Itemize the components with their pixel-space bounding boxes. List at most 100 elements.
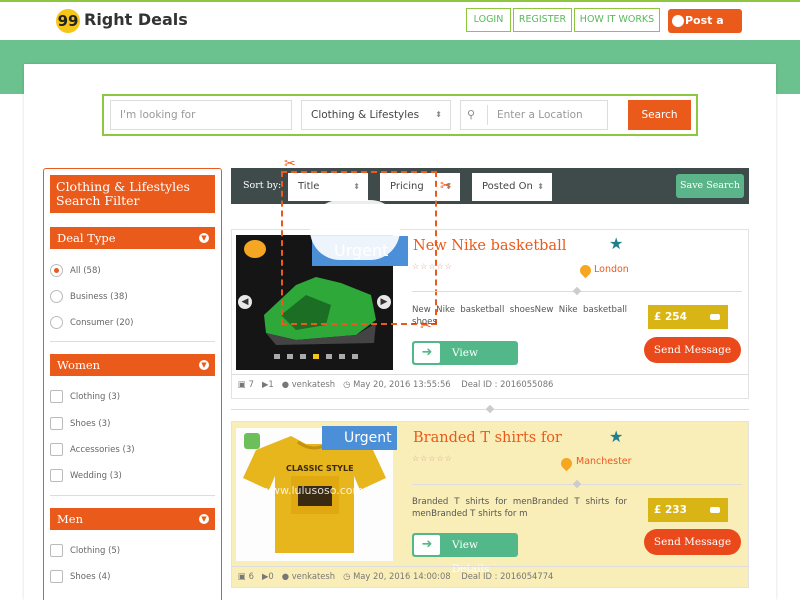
option-label: Accessories (3) (70, 445, 135, 455)
login-button[interactable]: LOGIN (466, 8, 511, 32)
save-search-button[interactable]: Save Search (676, 174, 744, 198)
listing-user[interactable]: venkatesh (292, 571, 335, 581)
checkbox-icon (50, 390, 63, 403)
sort-label: Sort by: (243, 180, 282, 191)
selection-blur (310, 200, 400, 260)
scissors-icon: ✂ (440, 178, 452, 194)
send-message-button[interactable]: Send Message (644, 529, 741, 555)
location-placeholder: Enter a Location (497, 109, 583, 121)
deal-type-heading[interactable]: Deal Type ▼ (50, 227, 215, 249)
video-count: 1 (268, 379, 274, 389)
user-icon: ● (281, 571, 290, 581)
listing-location[interactable]: London (594, 264, 629, 275)
view-details-label: View Details (452, 347, 490, 383)
chevron-down-icon: ▼ (199, 360, 209, 370)
carousel-dot[interactable] (326, 354, 332, 359)
radio-icon (50, 264, 63, 277)
sort-posted-select[interactable]: Posted On ⬍ (472, 173, 552, 201)
option-label: Shoes (4) (70, 572, 111, 582)
chevron-down-icon: ▼ (199, 514, 209, 524)
send-message-button[interactable]: Send Message (644, 337, 741, 363)
sort-posted-value: Posted On (482, 181, 533, 192)
camera-icon: ▣ (238, 379, 246, 389)
option-label: All (58) (70, 266, 101, 276)
favorite-star-icon[interactable]: ★ (609, 236, 625, 252)
tag-icon (710, 314, 720, 320)
carousel-dot[interactable] (300, 354, 306, 359)
user-icon: ● (281, 379, 290, 389)
checkbox-icon (50, 417, 63, 430)
listing-location[interactable]: Manchester (576, 456, 632, 467)
men-heading[interactable]: Men ▼ (50, 508, 215, 530)
clock-icon: ◷ (343, 571, 351, 581)
location-input[interactable]: ⚲ Enter a Location (460, 100, 608, 130)
divider (231, 566, 749, 567)
radio-icon (50, 316, 63, 329)
category-select-value: Clothing & Lifestyles (311, 109, 420, 121)
deal-id: Deal ID : 2016054774 (461, 571, 554, 581)
view-details-button[interactable]: ➜ View Details (412, 533, 518, 575)
option-label: Shoes (3) (70, 419, 111, 429)
logo-text[interactable]: Right Deals (84, 10, 188, 29)
carousel-dot[interactable] (352, 354, 358, 359)
clock-icon: ◷ (343, 379, 351, 389)
sidebar-title: Clothing & Lifestyles Search Filter (50, 175, 215, 213)
listing-title[interactable]: New Nike basketball (413, 238, 566, 254)
women-label: Women (57, 358, 101, 372)
rating-stars: ☆☆☆☆☆ (412, 454, 453, 463)
radio-icon (50, 290, 63, 303)
keyword-input[interactable]: I'm looking for (110, 100, 292, 130)
option-label: Clothing (5) (70, 546, 121, 556)
scissors-icon: ✂ (284, 156, 296, 172)
register-button[interactable]: REGISTER (513, 8, 572, 32)
women-heading[interactable]: Women ▼ (50, 354, 215, 376)
search-icon: ⚲ (467, 108, 476, 121)
divider (50, 495, 215, 496)
men-label: Men (57, 512, 83, 526)
price-value: £ 233 (654, 504, 687, 516)
carousel-dot[interactable] (339, 354, 345, 359)
deal-id: Deal ID : 2016055086 (461, 379, 554, 389)
listing-description: New Nike basketball shoesNew Nike basket… (412, 305, 627, 327)
video-count: 0 (268, 571, 274, 581)
carousel-dot[interactable] (274, 354, 280, 359)
checkbox-icon (50, 443, 63, 456)
divider (50, 341, 215, 342)
image-watermark: www.lulusoso.com (262, 484, 364, 497)
listing-date: May 20, 2016 13:55:56 (353, 379, 451, 389)
arrow-right-icon: ➜ (414, 343, 440, 363)
divider (231, 374, 749, 375)
option-label: Wedding (3) (70, 471, 122, 481)
post-deal-button[interactable]: Post a deal (668, 9, 742, 51)
checkbox-icon (50, 469, 63, 482)
chevron-down-icon: ▼ (199, 233, 209, 243)
price-value: £ 254 (654, 311, 687, 323)
prev-image-button[interactable]: ◀ (238, 295, 252, 309)
checkbox-icon (50, 544, 63, 557)
price-tag: £ 254 (648, 305, 728, 329)
select-arrows-icon: ⬍ (537, 182, 544, 191)
option-label: Business (38) (70, 292, 128, 302)
listing-description: Branded T shirts for menBranded T shirts… (412, 497, 627, 519)
listing-meta: ▣ 6 ▶0 ● venkatesh ◷ May 20, 2016 14:00:… (238, 571, 553, 581)
listing-date: May 20, 2016 14:00:08 (353, 571, 451, 581)
option-label: Consumer (20) (70, 318, 134, 328)
logo-icon[interactable]: 99 (56, 9, 80, 33)
category-select[interactable]: Clothing & Lifestyles ⬍ (301, 100, 451, 130)
shirt-print-text: CLASSIC STYLE (286, 464, 354, 473)
rating-stars: ☆☆☆☆☆ (412, 262, 453, 271)
search-button[interactable]: Search (628, 100, 691, 130)
listing-title[interactable]: Branded T shirts for (413, 430, 562, 446)
brand-logo (244, 240, 266, 258)
listing-user[interactable]: venkatesh (292, 379, 335, 389)
carousel-dot-active[interactable] (313, 354, 319, 359)
select-arrows-icon: ⬍ (435, 110, 442, 119)
how-it-works-button[interactable]: HOW IT WORKS (574, 8, 660, 32)
tag-icon (710, 507, 720, 513)
view-details-button[interactable]: ➜ View Details (412, 341, 518, 383)
view-details-label: View Details (452, 539, 490, 575)
arrow-right-icon: ➜ (414, 535, 440, 555)
favorite-star-icon[interactable]: ★ (609, 429, 625, 445)
camera-icon: ▣ (238, 571, 246, 581)
carousel-dot[interactable] (287, 354, 293, 359)
